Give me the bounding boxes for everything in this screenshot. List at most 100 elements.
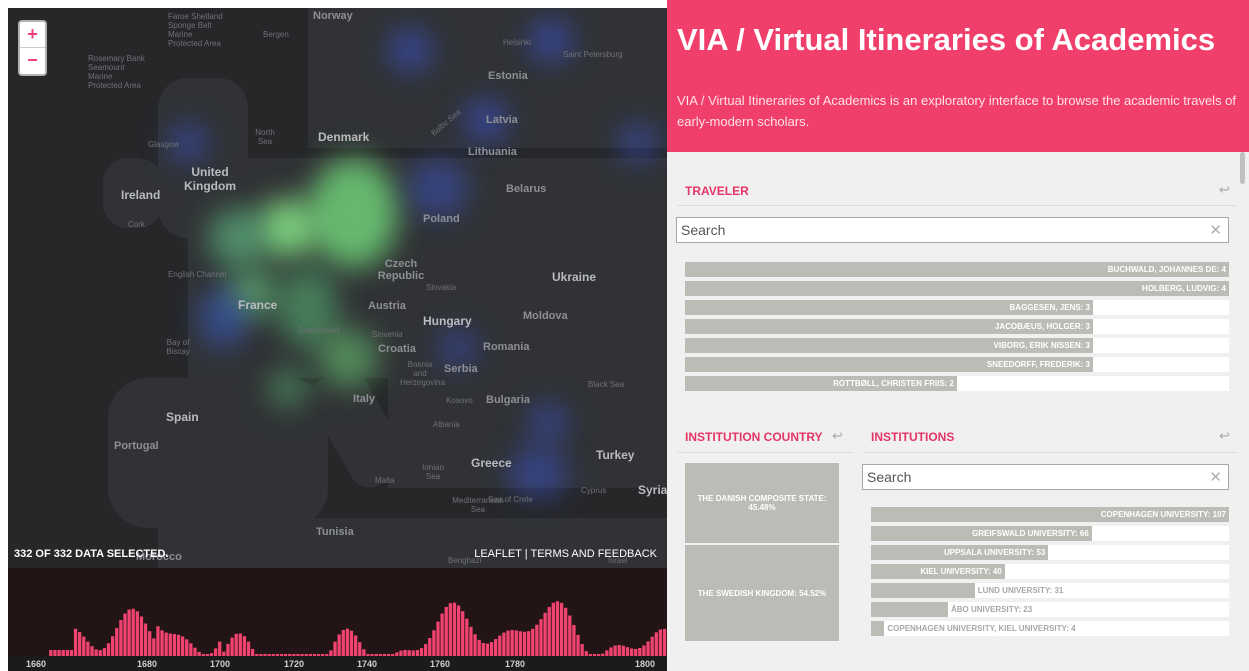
- zoom-out-button[interactable]: −: [20, 48, 45, 74]
- bar-row[interactable]: COPENHAGEN UNIVERSITY: 107: [871, 507, 1229, 522]
- timeline-bar: [477, 639, 481, 656]
- timeline-bar: [592, 654, 597, 656]
- map-view[interactable]: Norway Faroe Shetland Sponge Belt Marine…: [8, 8, 667, 568]
- timeline-bar: [506, 630, 510, 656]
- timeline-bar: [526, 631, 531, 656]
- timeline-bar: [568, 615, 572, 656]
- label-st-petersburg: Saint Petersburg: [563, 50, 623, 59]
- timeline-bar: [341, 629, 345, 656]
- traveler-reset-icon[interactable]: ↩: [1219, 182, 1230, 198]
- timeline-bar: [662, 628, 667, 656]
- label-romania: Romania: [483, 341, 530, 353]
- timeline-bar: [279, 654, 284, 656]
- country-block[interactable]: THE DANISH COMPOSITE STATE: 45.48%: [685, 463, 839, 544]
- timeline-bar: [522, 631, 527, 656]
- timeline-bar: [580, 644, 584, 656]
- timeline-chart[interactable]: 1660 1680 1700 1720 1740 1760 1780 1800: [8, 568, 667, 671]
- timeline-bar: [370, 654, 374, 656]
- timeline-bar: [57, 650, 61, 656]
- timeline-bar: [362, 649, 366, 656]
- zoom-in-button[interactable]: +: [20, 22, 45, 48]
- timeline-bar: [415, 650, 420, 656]
- bar-row[interactable]: LUND UNIVERSITY: 31: [871, 583, 1229, 598]
- institution-country-reset-icon[interactable]: ↩: [832, 428, 843, 444]
- timeline-bar: [469, 626, 473, 656]
- label-switzerland: Switzerland: [298, 326, 340, 335]
- timeline-bar: [213, 648, 218, 656]
- heatmap-spot: [268, 368, 308, 408]
- timeline-bar: [617, 645, 621, 656]
- timeline-bar: [564, 607, 568, 656]
- institutions-reset-icon[interactable]: ↩: [1219, 428, 1230, 444]
- institutions-search-input[interactable]: [863, 465, 1192, 489]
- bar-row[interactable]: UPPSALA UNIVERSITY: 53: [871, 545, 1229, 560]
- bar-label: VIBORG, ERIK NISSEN: 3: [993, 341, 1090, 350]
- timeline-bar: [139, 616, 144, 656]
- label-sea-of-crete: Sea of Crete: [488, 495, 533, 504]
- timeline-bar: [605, 650, 609, 656]
- bar-label: COPENHAGEN UNIVERSITY: 107: [1100, 510, 1226, 519]
- timeline-bar: [386, 654, 391, 656]
- label-north-sea: North Sea: [255, 128, 275, 146]
- clear-x-icon[interactable]: ✕: [1209, 221, 1222, 239]
- label-rosemary: Rosemary Bank Seamount Marine Protected …: [88, 54, 145, 90]
- timeline-bar: [312, 654, 317, 656]
- panel-scrollbar[interactable]: [1240, 152, 1245, 184]
- bar-row[interactable]: KIEL UNIVERSITY: 40: [871, 564, 1229, 579]
- timeline-bar: [304, 654, 308, 656]
- timeline-bar: [452, 602, 457, 656]
- label-moldova: Moldova: [523, 310, 568, 322]
- timeline-bar: [596, 654, 601, 656]
- bar-row[interactable]: VIBORG, ERIK NISSEN: 3: [685, 338, 1229, 353]
- timeline-bar: [288, 654, 292, 656]
- timeline-bar: [547, 606, 551, 656]
- bar-row[interactable]: JACOBÆUS, HOLGER: 3: [685, 319, 1229, 334]
- timeline-bar: [419, 648, 424, 656]
- country-block[interactable]: THE SWEDISH KINGDOM: 54.52%: [685, 545, 839, 641]
- timeline-bar: [481, 643, 485, 656]
- timeline-bar: [69, 650, 74, 656]
- bar-row[interactable]: ÅBO UNIVERSITY: 23: [871, 602, 1229, 617]
- timeline-bar: [654, 632, 658, 656]
- timeline-bar: [300, 654, 304, 656]
- timeline-bar: [473, 634, 477, 656]
- bar-row[interactable]: COPENHAGEN UNIVERSITY, KIEL UNIVERSITY: …: [871, 621, 1229, 636]
- map-attribution-link[interactable]: LEAFLET | TERMS AND FEEDBACK: [474, 548, 657, 560]
- bar-row[interactable]: HOLBERG, LUDVIG: 4: [685, 281, 1229, 296]
- bar-row[interactable]: SNEEDORFF, FREDERIK: 3: [685, 357, 1229, 372]
- bar-row[interactable]: GREIFSWALD UNIVERSITY: 66: [871, 526, 1229, 541]
- label-cyprus: Cyprus: [581, 486, 607, 495]
- bar-label: KIEL UNIVERSITY: 40: [920, 567, 1002, 576]
- heatmap-spot: [198, 288, 248, 348]
- timeline-bar: [168, 633, 172, 656]
- timeline-tick: 1800: [635, 659, 656, 669]
- timeline-bar: [86, 641, 90, 656]
- timeline-bar: [131, 608, 135, 656]
- timeline-tick: 1720: [284, 659, 305, 669]
- timeline-bar: [251, 648, 255, 656]
- timeline-bar: [629, 648, 634, 656]
- label-bergen: Bergen: [263, 30, 289, 39]
- label-syria: Syria: [638, 483, 667, 497]
- bar-row[interactable]: BAGGESEN, JENS: 3: [685, 300, 1229, 315]
- divider: [863, 452, 1237, 453]
- timeline-bar: [535, 624, 539, 656]
- timeline-bar: [559, 602, 564, 656]
- heatmap-spot: [528, 403, 568, 443]
- bar-row[interactable]: BUCHWALD, JOHANNES DE: 4: [685, 262, 1229, 277]
- timeline-bar: [94, 649, 98, 656]
- bar-row[interactable]: ROTTBØLL, CHRISTEN FRIIS: 2: [685, 376, 1229, 391]
- clear-x-icon[interactable]: ✕: [1209, 468, 1222, 486]
- bar-label: ROTTBØLL, CHRISTEN FRIIS: 2: [833, 379, 954, 388]
- traveler-search-input[interactable]: [677, 218, 1173, 242]
- heatmap-spot: [308, 158, 398, 268]
- timeline-bar: [650, 636, 654, 656]
- label-portugal: Portugal: [114, 440, 159, 452]
- label-spain: Spain: [166, 410, 199, 424]
- bar-label: GREIFSWALD UNIVERSITY: 66: [972, 529, 1089, 538]
- label-latvia: Latvia: [486, 114, 518, 126]
- timeline-bar: [518, 631, 523, 656]
- timeline-bar: [164, 632, 168, 656]
- label-ireland: Ireland: [121, 188, 161, 202]
- label-denmark: Denmark: [318, 130, 370, 144]
